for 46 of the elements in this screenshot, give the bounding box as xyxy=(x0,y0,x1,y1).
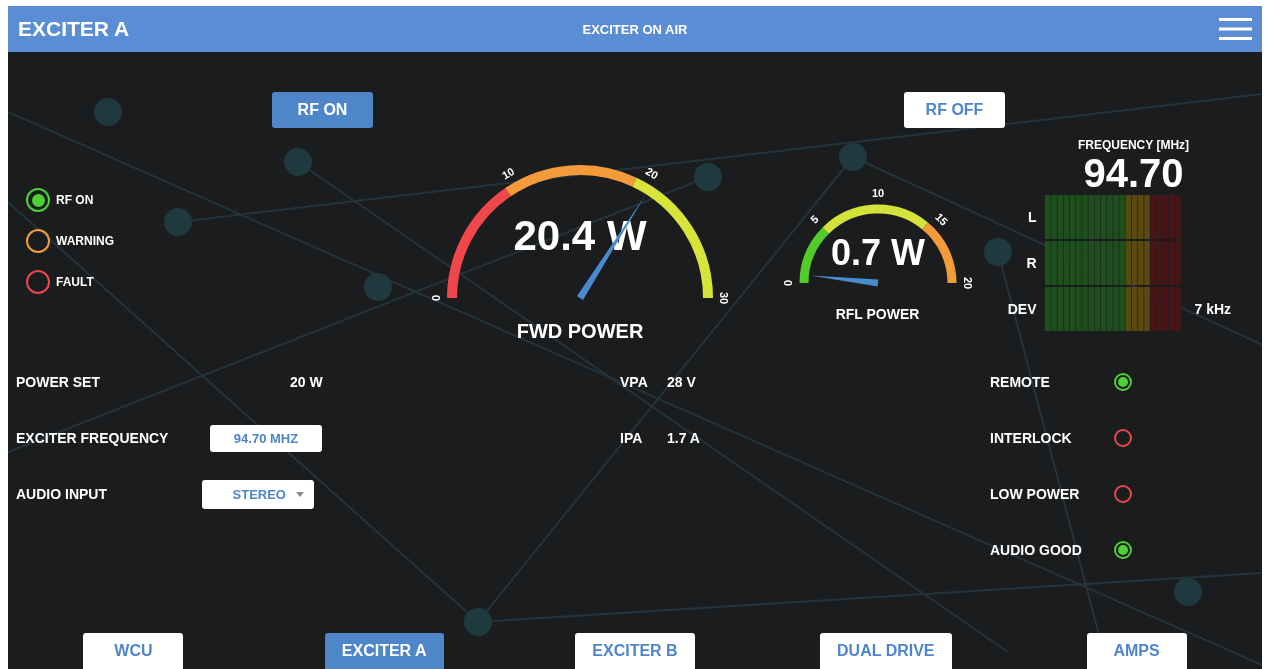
tick-label: 5 xyxy=(807,212,821,226)
rf-on-button[interactable]: RF ON xyxy=(272,92,373,128)
caret-icon xyxy=(296,491,304,497)
light-label: RF ON xyxy=(56,193,94,207)
nav-tab[interactable]: AMPS xyxy=(1086,633,1187,669)
tick-label: 20 xyxy=(961,276,974,290)
light-label: FAULT xyxy=(56,275,94,289)
menu-icon xyxy=(1219,18,1252,40)
tick-label: 20 xyxy=(643,164,661,182)
setting-label: POWER SET xyxy=(16,374,101,390)
audio-input-dropdown[interactable]: STEREO xyxy=(202,479,314,509)
setting-label: EXCITER FREQUENCY xyxy=(16,430,170,446)
gauge-title: RFL POWER xyxy=(835,306,920,322)
reading-label: IPA xyxy=(620,430,644,446)
tick-label: 0 xyxy=(781,279,794,287)
deviation-reading: 7 kHz xyxy=(1193,301,1233,317)
reading-value: 28 V xyxy=(667,374,696,390)
setting-value: 20 W xyxy=(289,374,323,390)
frequency-label: FREQUENCY [MHz] xyxy=(1077,138,1190,152)
rf-off-button[interactable]: RF OFF xyxy=(904,92,1005,128)
reading-value: 1.7 A xyxy=(667,430,700,446)
setting-label: AUDIO INPUT xyxy=(16,486,108,502)
frequency-value: 94.70 xyxy=(1083,152,1184,194)
tick-label: 0 xyxy=(429,294,442,302)
meter-label: DEV xyxy=(1006,301,1038,317)
tick-label: 10 xyxy=(499,164,517,182)
indicator-label: INTERLOCK xyxy=(990,430,1073,446)
indicator-label: LOW POWER xyxy=(990,486,1081,502)
gauge-reading: 0.7 W xyxy=(830,232,925,273)
nav-tab[interactable]: EXCITER B xyxy=(575,633,695,669)
light-label: WARNING xyxy=(56,234,114,248)
air-status: EXCITER ON AIR xyxy=(582,21,688,37)
meter-label: L xyxy=(1026,209,1038,225)
frequency-field[interactable]: 94.70 MHZ xyxy=(210,424,322,452)
tick-label: 15 xyxy=(932,210,950,228)
meter-label: R xyxy=(1025,255,1038,271)
nav-tab[interactable]: WCU xyxy=(83,633,184,669)
indicator-label: REMOTE xyxy=(990,374,1051,390)
reading-label: VPA xyxy=(620,374,649,390)
tick-label: 10 xyxy=(871,186,884,199)
indicator-label: AUDIO GOOD xyxy=(990,542,1083,558)
page-title: EXCITER A xyxy=(18,17,131,41)
tick-label: 30 xyxy=(718,291,731,305)
nav-tab[interactable]: EXCITER A xyxy=(324,633,444,669)
nav-tab[interactable]: DUAL DRIVE xyxy=(820,633,952,669)
gauge-title: FWD POWER xyxy=(516,320,644,343)
